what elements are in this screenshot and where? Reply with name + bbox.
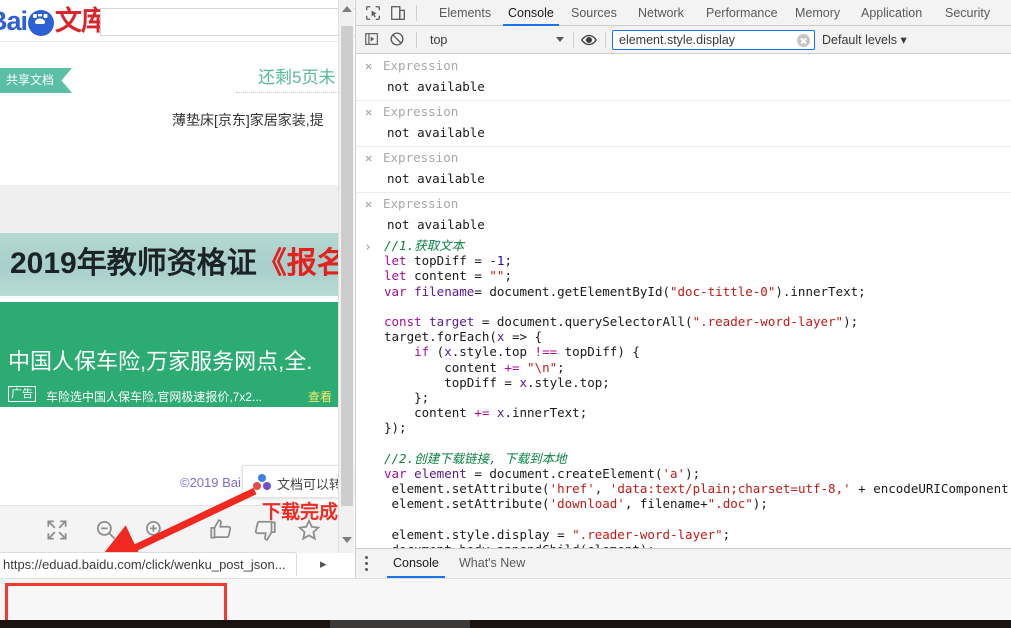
console-prompt-icon: › — [364, 240, 372, 255]
expression-label: Expression — [383, 104, 458, 119]
expression-label: Expression — [383, 58, 458, 73]
ad-teacher-title: 2019年教师资格证 — [10, 247, 257, 280]
chevron-down-icon[interactable] — [556, 37, 564, 42]
filterbar-divider-1 — [416, 32, 417, 48]
ad-teacher-highlight: 《报名条件 — [257, 247, 340, 280]
tab-application[interactable]: Application — [856, 0, 927, 26]
baidu-wenku-logo[interactable]: Bai文库 — [0, 6, 107, 36]
console-message-row[interactable]: ✕ Expression not available — [356, 55, 1011, 101]
browser-content-pane: 百度文库搜索文档专业文档资料 Bai文库 共享文档 还剩5页未 薄垫床[京东]家… — [0, 0, 355, 628]
ad-banner-insurance[interactable]: 中国人保车险,万家服务网点,全. 广告 车险选中国人保车险,官网极速报价,7x2… — [0, 302, 340, 407]
tab-sources[interactable]: Sources — [566, 0, 622, 26]
console-filter-input[interactable] — [612, 30, 815, 50]
clear-console-icon[interactable] — [389, 31, 409, 49]
expression-value: not available — [387, 171, 485, 186]
inspect-element-icon[interactable] — [364, 4, 384, 22]
log-levels-dropdown[interactable]: Default levels ▾ — [822, 32, 907, 47]
expression-remove-icon[interactable]: ✕ — [365, 151, 372, 165]
clear-input-icon[interactable] — [797, 34, 810, 47]
devtools-drawer-tabbar: Console What's New — [356, 548, 1011, 578]
convert-doc-tooltip-label: 文档可以转 — [277, 474, 342, 493]
filterbar-divider-2 — [573, 32, 574, 48]
devtools-panel: Elements Console Sources Network Perform… — [355, 0, 1011, 578]
ad-insurance-headline: 中国人保车险,万家服务网点,全. — [8, 344, 312, 376]
drawer-tab-console[interactable]: Console — [387, 549, 445, 578]
baidu-paw-icon — [28, 10, 54, 36]
execute-step-icon[interactable] — [364, 31, 384, 49]
live-expression-icon[interactable] — [580, 31, 600, 49]
scroll-up-arrow-icon[interactable] — [342, 6, 352, 12]
console-message-row[interactable]: ✕ Expression not available — [356, 147, 1011, 193]
shared-doc-badge-label: 共享文档 — [6, 73, 54, 87]
scroll-down-arrow-icon[interactable] — [342, 537, 352, 543]
expression-value: not available — [387, 125, 485, 140]
scrollbar-thumb[interactable] — [341, 26, 353, 506]
filterbar-divider-3 — [605, 32, 606, 48]
divider — [236, 92, 346, 93]
tab-performance[interactable]: Performance — [701, 0, 783, 26]
inline-ad-text[interactable]: 薄垫床[京东]家居家装,提 — [172, 110, 324, 130]
console-input-code-block[interactable]: › //1.获取文本 let topDiff = -1; let content… — [356, 238, 1011, 548]
taskbar-window-button[interactable] — [330, 620, 470, 628]
status-bar-expand-icon[interactable]: ▸ — [320, 556, 327, 572]
ad-teacher-text: 2019年教师资格证《报名条件 — [10, 243, 340, 285]
page-scrollbar[interactable] — [338, 0, 354, 553]
tab-elements[interactable]: Elements — [434, 0, 496, 26]
expression-remove-icon[interactable]: ✕ — [365, 105, 372, 119]
expression-value: not available — [387, 79, 485, 94]
ad-insurance-more-link[interactable]: 查看 — [308, 388, 332, 405]
expression-label: Expression — [383, 196, 458, 211]
device-toolbar-icon[interactable] — [389, 4, 409, 22]
tab-console[interactable]: Console — [503, 0, 559, 26]
more-options-icon[interactable] — [365, 556, 368, 571]
status-bar-url: https://eduad.baidu.com/click/wenku_post… — [0, 552, 297, 576]
expression-value: not available — [387, 217, 485, 232]
expression-remove-icon[interactable]: ✕ — [365, 197, 372, 211]
logo-bai-text: Bai — [0, 6, 27, 36]
drawer-tab-whats-new[interactable]: What's New — [453, 549, 531, 578]
expression-label: Expression — [383, 150, 458, 165]
ad-banner-teacher-certificate[interactable]: 2019年教师资格证《报名条件 — [0, 233, 340, 296]
fullscreen-icon[interactable] — [44, 517, 70, 543]
console-message-row[interactable]: ✕ Expression not available — [356, 101, 1011, 147]
console-code-text[interactable]: //1.获取文本 let topDiff = -1; let content =… — [384, 238, 1011, 557]
execution-context-select[interactable]: top — [425, 31, 570, 49]
ad-label-badge: 广告 — [8, 386, 36, 402]
expression-remove-icon[interactable]: ✕ — [365, 59, 372, 73]
tab-network[interactable]: Network — [633, 0, 689, 26]
console-message-row[interactable]: ✕ Expression not available — [356, 193, 1011, 239]
toolbar-divider — [416, 5, 417, 21]
download-complete-annotation: 下载完成 — [262, 497, 338, 524]
pages-remaining-link[interactable]: 还剩5页未 — [258, 63, 335, 88]
tab-memory[interactable]: Memory — [790, 0, 845, 26]
wenku-search-input[interactable] — [100, 8, 355, 36]
shared-doc-badge: 共享文档 — [0, 68, 72, 93]
console-filterbar: top Default levels ▾ — [356, 26, 1011, 54]
tab-security[interactable]: Security — [940, 0, 995, 26]
wenku-header: Bai文库 — [0, 0, 340, 42]
content-gap-strip — [0, 185, 340, 233]
devtools-tabbar: Elements Console Sources Network Perform… — [356, 0, 1011, 26]
os-taskbar — [0, 620, 1011, 628]
screen: 百度文库搜索文档专业文档资料 Bai文库 共享文档 还剩5页未 薄垫床[京东]家… — [0, 0, 1011, 628]
ad-insurance-subtext: 车险选中国人保车险,官网极速报价,7x2... — [46, 388, 262, 405]
